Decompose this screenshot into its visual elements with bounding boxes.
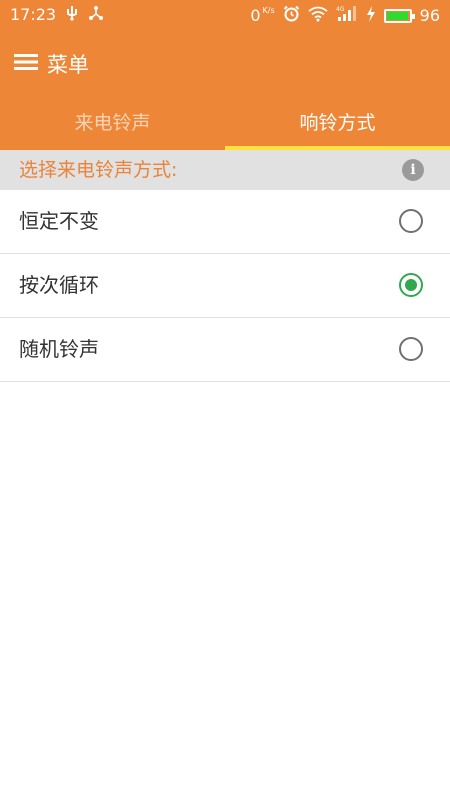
option-sequential[interactable]: 按次循环 <box>0 254 450 318</box>
charging-icon <box>366 5 376 26</box>
status-bar-right: 0 K/s 4G 96 <box>250 5 440 26</box>
battery-percent: 96 <box>419 5 440 25</box>
alarm-icon <box>283 5 300 26</box>
section-title: 选择来电铃声方式: <box>19 159 178 181</box>
signal-4g-icon: 4G <box>336 5 358 26</box>
tab-label: 响铃方式 <box>299 111 376 134</box>
usb-icon <box>65 5 79 25</box>
option-random[interactable]: 随机铃声 <box>0 318 450 382</box>
tab-label: 来电铃声 <box>74 111 151 134</box>
network-speed: 0 K/s <box>250 6 274 26</box>
menu-button[interactable]: 菜单 <box>14 40 89 88</box>
tab-bar: 来电铃声 响铃方式 <box>0 92 450 150</box>
wifi-icon <box>308 6 328 26</box>
app-header: 17:23 0 K/s 4G 96 菜单 来电铃声 响铃方式 <box>0 0 450 150</box>
tab-ring-mode[interactable]: 响铃方式 <box>225 92 450 150</box>
option-label: 随机铃声 <box>19 337 99 361</box>
status-bar-left: 17:23 <box>10 5 104 25</box>
network-speed-unit: K/s <box>262 5 275 15</box>
battery-level-fill <box>386 11 408 20</box>
option-label: 按次循环 <box>19 273 99 297</box>
share-icon <box>88 5 104 25</box>
radio-button[interactable] <box>399 273 423 297</box>
section-header: 选择来电铃声方式: i <box>0 150 450 190</box>
battery-icon <box>383 8 415 23</box>
option-label: 恒定不变 <box>19 209 99 233</box>
option-constant[interactable]: 恒定不变 <box>0 190 450 254</box>
svg-text:4G: 4G <box>336 6 345 13</box>
radio-button[interactable] <box>399 209 423 233</box>
radio-button[interactable] <box>399 337 423 361</box>
network-speed-value: 0 <box>250 5 261 25</box>
toolbar: 菜单 <box>0 40 450 88</box>
tab-incoming-ringtone[interactable]: 来电铃声 <box>0 92 225 150</box>
ring-mode-options: 恒定不变 按次循环 随机铃声 <box>0 190 450 382</box>
hamburger-menu-icon <box>14 52 38 76</box>
menu-label: 菜单 <box>47 53 89 77</box>
status-time: 17:23 <box>10 5 57 24</box>
status-bar: 17:23 0 K/s 4G 96 <box>0 0 450 32</box>
info-icon[interactable]: i <box>402 159 424 181</box>
